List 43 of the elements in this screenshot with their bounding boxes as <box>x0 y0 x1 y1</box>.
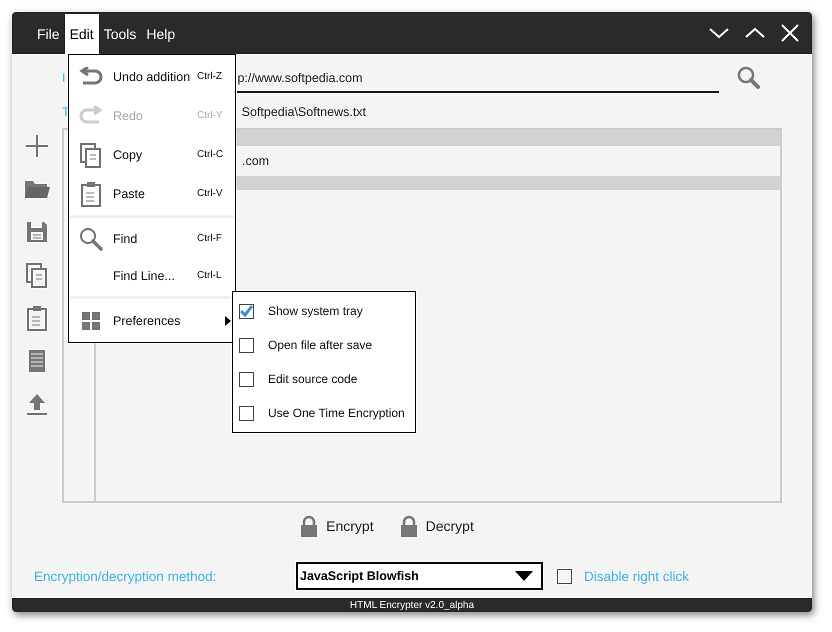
menu-entry[interactable]: Paste Ctrl-V <box>69 174 235 213</box>
url-field[interactable]: p://www.softpedia.com <box>237 63 720 93</box>
save-icon[interactable] <box>24 219 50 245</box>
search-icon <box>79 226 103 250</box>
close-icon[interactable] <box>780 23 800 43</box>
redo-icon <box>79 106 103 126</box>
clipboard-icon <box>79 180 103 206</box>
caret-icon <box>515 571 533 581</box>
undo-icon <box>79 66 103 86</box>
checkbox-label[interactable]: Open file after save <box>268 338 372 352</box>
checkbox[interactable] <box>239 304 254 318</box>
menu-entry[interactable]: Find Ctrl-F <box>69 220 235 257</box>
text-line: .com <box>242 154 270 168</box>
copy-icon <box>79 142 103 168</box>
url-label: I <box>62 71 66 85</box>
lock-button[interactable]: Decrypt <box>400 515 474 537</box>
paste-icon[interactable] <box>24 305 50 331</box>
checkbox[interactable] <box>239 372 254 386</box>
lock-button[interactable]: Encrypt <box>300 515 374 537</box>
checkbox[interactable] <box>557 568 572 584</box>
menu-item[interactable]: Help <box>141 14 180 54</box>
file-path: Softpedia\Softnews.txt <box>242 105 366 119</box>
checkbox-label[interactable]: Use One Time Encryption <box>268 406 405 420</box>
checkbox-label[interactable]: Edit source code <box>268 372 358 386</box>
checkbox[interactable] <box>239 338 254 352</box>
search-icon[interactable] <box>736 65 762 91</box>
menu-entry[interactable]: Copy Ctrl-C <box>69 135 235 174</box>
checkbox-label[interactable]: Show system tray <box>268 304 363 318</box>
status-text: HTML Encrypter v2.0_alpha <box>350 600 474 610</box>
method-label: Encryption/decryption method: <box>34 568 218 584</box>
menu-item[interactable]: File <box>32 14 65 54</box>
menu-item[interactable]: Edit <box>64 14 99 54</box>
padlock-icon <box>300 515 318 537</box>
padlock-icon <box>400 515 418 537</box>
method-dropdown[interactable]: JavaScript Blowfish <box>296 562 543 590</box>
menu-entry[interactable]: Find Line... Ctrl-L <box>69 257 235 294</box>
grid-icon <box>81 310 101 330</box>
menu-entry[interactable]: Preferences <box>69 301 235 340</box>
menu-item[interactable]: Tools <box>98 14 142 54</box>
checkbox[interactable] <box>239 406 254 420</box>
plus-icon[interactable] <box>24 133 50 159</box>
copy-icon[interactable] <box>24 262 50 288</box>
menu-entry[interactable]: Undo addition Ctrl-Z <box>69 57 235 96</box>
